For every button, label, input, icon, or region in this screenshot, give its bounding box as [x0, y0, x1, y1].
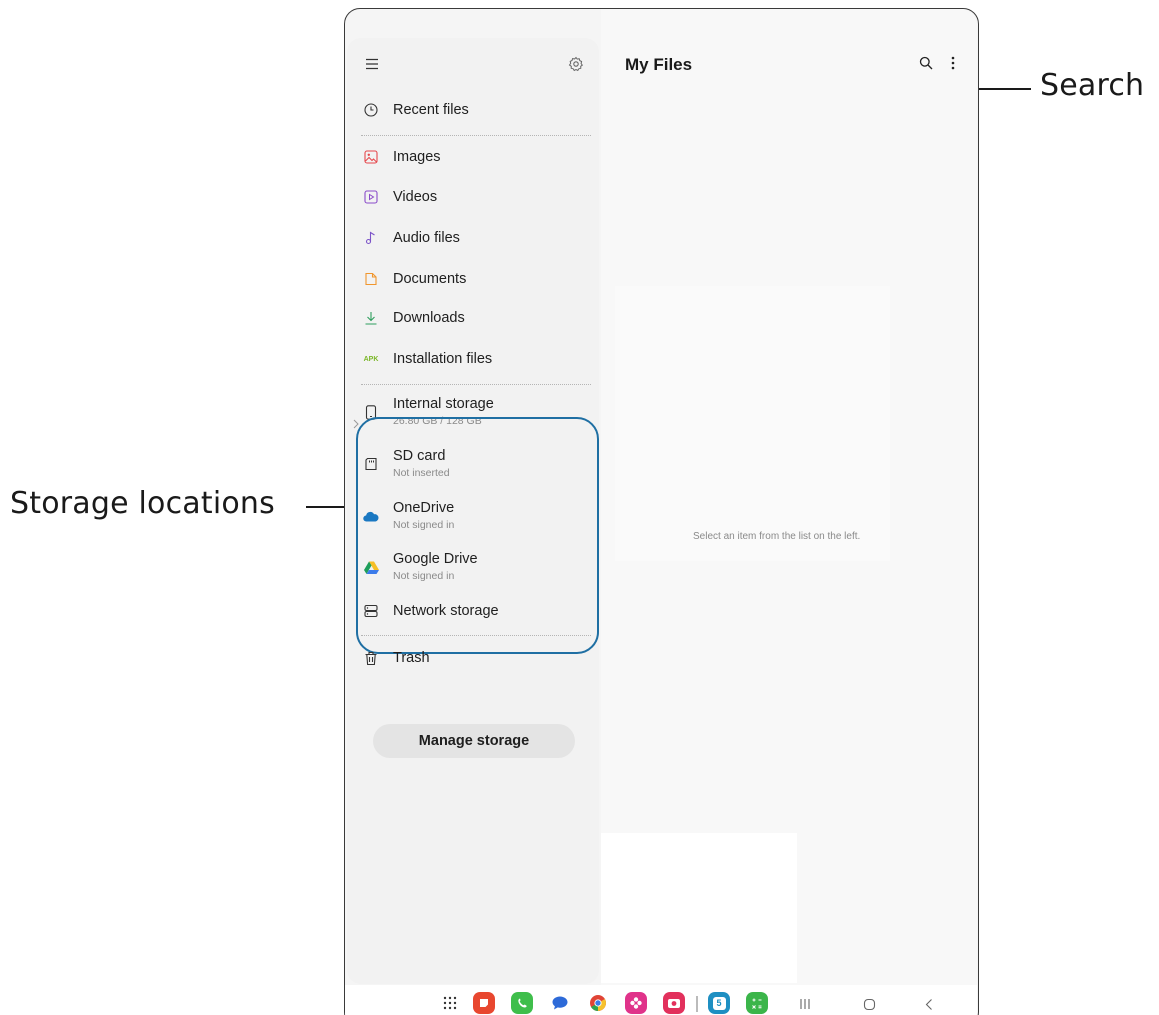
sidebar: Recent files Images Videos Audio files D…	[347, 38, 599, 984]
camera-app-icon[interactable]	[663, 992, 685, 1014]
more-vertical-icon[interactable]	[947, 54, 959, 72]
chrome-app-icon[interactable]	[587, 992, 609, 1014]
taskbar: 5	[345, 985, 977, 1015]
image-icon	[363, 149, 379, 165]
calendar-app-icon[interactable]: 5	[708, 992, 730, 1014]
download-icon	[363, 310, 379, 326]
back-button-icon[interactable]	[919, 994, 939, 1014]
storage-locations-highlight	[356, 417, 599, 654]
empty-state-message: Select an item from the list on the left…	[693, 531, 861, 542]
storage-item-label: Internal storage	[393, 396, 494, 412]
phone-app-icon[interactable]	[511, 992, 533, 1014]
sidebar-item-label: Images	[393, 149, 441, 165]
messages-app-icon[interactable]	[549, 992, 571, 1014]
sidebar-item-audio-files[interactable]: Audio files	[363, 230, 593, 246]
sidebar-item-label: Videos	[393, 189, 438, 205]
page-title: My Files	[625, 55, 693, 74]
document-icon	[363, 271, 379, 287]
divider	[361, 135, 591, 136]
sidebar-item-label: Installation files	[393, 351, 493, 367]
sidebar-item-documents[interactable]: Documents	[363, 271, 593, 287]
manage-storage-button[interactable]: Manage storage	[373, 724, 575, 758]
calculator-app-icon[interactable]	[746, 992, 768, 1014]
galaxy-store-app-icon[interactable]	[625, 992, 647, 1014]
apk-icon: APK	[363, 355, 379, 363]
blank-area	[601, 833, 797, 983]
home-button-icon[interactable]	[859, 994, 879, 1014]
sidebar-item-trash[interactable]: Trash	[363, 650, 593, 666]
music-note-icon	[363, 230, 379, 246]
hamburger-menu-icon[interactable]	[363, 56, 381, 72]
gear-icon[interactable]	[567, 55, 585, 73]
calendar-date: 5	[716, 998, 722, 1008]
search-callout-label: Search	[1040, 68, 1145, 103]
sidebar-item-label: Documents	[393, 271, 467, 287]
sidebar-item-label: Recent files	[393, 102, 469, 118]
clock-icon	[363, 102, 379, 118]
taskbar-divider	[696, 996, 698, 1012]
sidebar-item-label: Downloads	[393, 310, 465, 326]
empty-state-panel	[615, 286, 890, 561]
video-icon	[363, 189, 379, 205]
trash-icon	[363, 650, 379, 666]
storage-locations-callout-label: Storage locations	[10, 486, 275, 521]
divider	[361, 384, 591, 385]
tablet-frame: Recent files Images Videos Audio files D…	[344, 8, 979, 1015]
sidebar-item-label: Audio files	[393, 230, 460, 246]
recents-button-icon[interactable]	[795, 994, 815, 1014]
sidebar-item-installation-files[interactable]: APK Installation files	[363, 351, 593, 367]
sidebar-item-images[interactable]: Images	[363, 149, 593, 165]
notes-app-icon[interactable]	[473, 992, 495, 1014]
sidebar-item-downloads[interactable]: Downloads	[363, 310, 593, 326]
sidebar-item-recent-files[interactable]: Recent files	[363, 102, 593, 118]
sidebar-item-videos[interactable]: Videos	[363, 189, 593, 205]
divider	[361, 635, 591, 636]
search-icon[interactable]	[917, 54, 935, 72]
app-drawer-icon[interactable]	[441, 994, 459, 1012]
sidebar-item-label: Trash	[393, 650, 430, 666]
